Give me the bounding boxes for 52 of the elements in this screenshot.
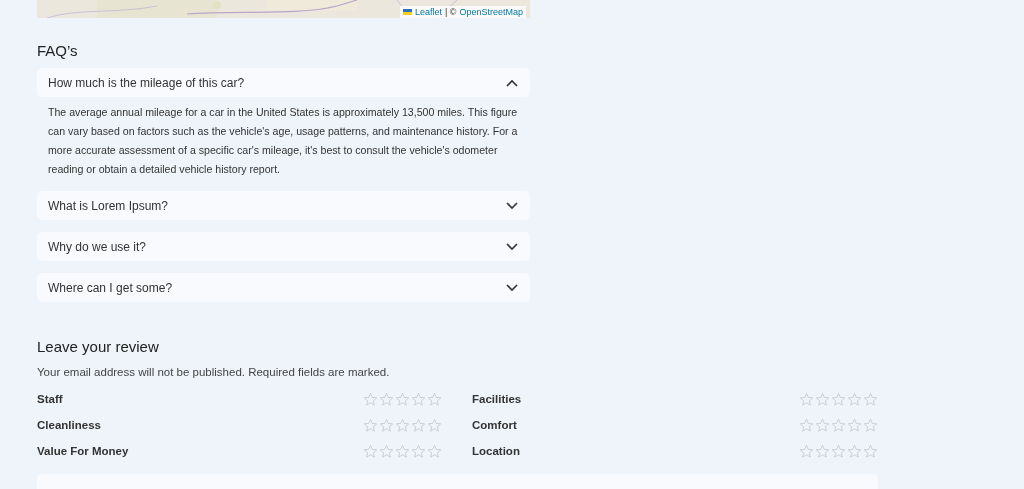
rating-label: Location	[472, 445, 520, 457]
flag-icon	[402, 9, 412, 15]
star-icon[interactable]	[427, 443, 442, 459]
star-icon[interactable]	[427, 391, 442, 407]
star-icon[interactable]	[411, 417, 426, 433]
star-icon[interactable]	[363, 391, 378, 407]
chevron-down-icon	[506, 283, 518, 292]
star-icon[interactable]	[863, 417, 878, 433]
rating-label: Staff	[37, 393, 63, 405]
faq-question[interactable]: How much is the mileage of this car?	[37, 68, 530, 97]
review-note: Your email address will not be published. Required fields are marked.	[37, 365, 391, 379]
star-icon[interactable]	[379, 417, 394, 433]
faq-question[interactable]: Why do we use it?	[37, 232, 530, 261]
star-icon[interactable]	[831, 443, 846, 459]
star-icon[interactable]	[863, 391, 878, 407]
star-icon[interactable]	[411, 443, 426, 459]
star-icon[interactable]	[847, 391, 862, 407]
star-icon[interactable]	[395, 391, 410, 407]
star-icon[interactable]	[815, 417, 830, 433]
star-icon[interactable]	[847, 417, 862, 433]
star-icon[interactable]	[799, 443, 814, 459]
star-icon[interactable]	[847, 443, 862, 459]
star-icon[interactable]	[863, 443, 878, 459]
star-icon[interactable]	[815, 391, 830, 407]
openstreetmap-link[interactable]: OpenStreetMap	[459, 6, 523, 18]
leaflet-link[interactable]: Leaflet	[414, 6, 442, 18]
star-icon[interactable]	[411, 391, 426, 407]
star-icon[interactable]	[379, 391, 394, 407]
star-icon[interactable]	[427, 417, 442, 433]
chevron-down-icon	[506, 242, 518, 251]
star-icon[interactable]	[815, 443, 830, 459]
chevron-up-icon	[506, 78, 518, 87]
star-icon[interactable]	[395, 443, 410, 459]
rating-label: Comfort	[472, 419, 517, 431]
star-icon[interactable]	[799, 391, 814, 407]
star-icon[interactable]	[395, 417, 410, 433]
faq-heading: FAQ’s	[37, 42, 79, 60]
chevron-down-icon	[506, 201, 518, 210]
review-heading: Leave your review	[37, 338, 160, 356]
star-icon[interactable]	[363, 417, 378, 433]
faq-answer: The average annual mileage for a car in the United States is approximately 13,500 miles. This figure can vary based on factors such as the vehicle's age, usage patterns, and maintenance history. For a more accurate assessment of a specific car's mileage, it's best to consult the vehicle's odometer reading or obtain a detailed vehicle history report.	[47, 105, 519, 177]
star-icon[interactable]	[831, 417, 846, 433]
faq-question[interactable]: Where can I get some?	[37, 273, 530, 302]
faq-question[interactable]: What is Lorem Ipsum?	[37, 191, 530, 220]
rating-label: Facilities	[472, 393, 522, 405]
star-icon[interactable]	[799, 417, 814, 433]
star-icon[interactable]	[363, 443, 378, 459]
star-icon[interactable]	[831, 391, 846, 407]
star-icon[interactable]	[379, 443, 394, 459]
rating-label: Value For Money	[37, 445, 129, 457]
rating-label: Cleanliness	[37, 419, 101, 431]
attribution-separator: | ©	[444, 6, 457, 18]
